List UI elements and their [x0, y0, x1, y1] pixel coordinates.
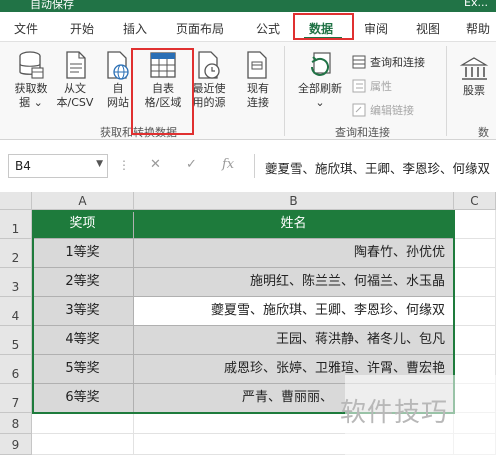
cell-a8[interactable] [32, 413, 134, 434]
column-header-b[interactable]: B [134, 192, 454, 210]
tab-review[interactable]: 审阅 [364, 20, 388, 37]
existing-connections-icon [247, 51, 267, 79]
enter-icon[interactable]: ✓ [186, 157, 197, 172]
row-header-8[interactable]: 8 [0, 413, 32, 434]
refresh-all-icon [311, 52, 331, 76]
insert-function-icon[interactable]: fx [222, 157, 234, 172]
data-tab-highlight-box [293, 13, 354, 40]
queries-connections-button[interactable]: 查询和连接 [352, 54, 425, 70]
title-bar: 自动保存 Ex... [0, 0, 496, 12]
web-icon [107, 51, 129, 80]
cancel-icon[interactable]: ✕ [150, 157, 161, 172]
cell-c1[interactable] [454, 210, 496, 239]
tab-formulas[interactable]: 公式 [256, 20, 280, 37]
stocks-label: 股票 [463, 84, 485, 97]
properties-label: 属性 [370, 80, 392, 93]
tab-view[interactable]: 视图 [416, 20, 440, 37]
column-header-a[interactable]: A [32, 192, 134, 210]
tab-help[interactable]: 帮助 [466, 20, 490, 37]
edit-links-icon [352, 103, 366, 117]
cell-c2[interactable] [454, 239, 496, 268]
tab-page-layout[interactable]: 页面布局 [176, 20, 224, 37]
properties-button[interactable]: 属性 [352, 78, 392, 94]
queries-connections-label: 查询和连接 [370, 56, 425, 69]
group-separator [284, 46, 285, 136]
text-file-icon [66, 51, 86, 79]
edit-links-label: 编辑链接 [370, 104, 414, 117]
get-data-label-2: 据 ⌄ [19, 96, 43, 109]
tab-home[interactable]: 开始 [70, 20, 94, 37]
recent-sources-icon [198, 51, 220, 79]
row-header-7[interactable]: 7 [0, 384, 32, 413]
watermark-text: 软件技巧 [340, 398, 449, 428]
stocks-button[interactable]: 股票 [452, 56, 496, 98]
ribbon-tabs: 文件 开始 插入 页面布局 公式 数据 审阅 视图 帮助 [0, 12, 496, 42]
name-box-value: B4 [15, 159, 31, 173]
from-text-label-2: 本/CSV [56, 96, 94, 109]
row-header-5[interactable]: 5 [0, 326, 32, 355]
table-range-highlight-box [131, 48, 194, 135]
group-separator-2 [446, 46, 447, 136]
tab-file[interactable]: 文件 [14, 20, 38, 37]
refresh-all-dropdown: ⌄ [315, 96, 325, 109]
formula-bar-grip[interactable]: ⋮ [118, 158, 130, 172]
name-box-dropdown-icon[interactable]: ▼ [96, 159, 103, 169]
get-data-label-1: 获取数 [14, 82, 48, 95]
properties-icon [352, 79, 366, 93]
worksheet-grid[interactable]: A B C 1 2 3 4 5 6 7 8 9 奖项 姓名 1等奖 陶春竹、孙优… [0, 192, 496, 459]
existing-connections-button[interactable]: 现有 连接 [238, 50, 278, 110]
cell-a9[interactable] [32, 434, 134, 455]
ribbon-body: 获取数 据 ⌄ 从文 本/CSV 自 网站 自表 格/区域 最近使 用的源 现有… [0, 42, 496, 140]
refresh-all-button[interactable]: 全部刷新 ⌄ [290, 50, 350, 110]
from-text-label-1: 从文 [64, 82, 86, 95]
cell-c5[interactable] [454, 326, 496, 355]
edit-links-button[interactable]: 编辑链接 [352, 102, 414, 118]
cell-c4[interactable] [454, 297, 496, 326]
row-header-1[interactable]: 1 [0, 210, 32, 239]
row-header-2[interactable]: 2 [0, 239, 32, 268]
row-header-9[interactable]: 9 [0, 434, 32, 455]
column-header-c[interactable]: C [454, 192, 496, 210]
existing-connections-label-2: 连接 [247, 96, 269, 109]
row-header-6[interactable]: 6 [0, 355, 32, 384]
cell-c3[interactable] [454, 268, 496, 297]
tab-insert[interactable]: 插入 [123, 20, 147, 37]
row-header-4[interactable]: 4 [0, 297, 32, 326]
from-text-csv-button[interactable]: 从文 本/CSV [52, 50, 98, 110]
window-title-right: Ex... [464, 0, 488, 9]
window-title: 自动保存 [30, 0, 74, 11]
refresh-all-label: 全部刷新 [298, 82, 342, 95]
formula-input[interactable]: 夔夏雪、施欣琪、王卿、李恩珍、何缘双 [254, 154, 496, 178]
name-box[interactable]: B4 ▼ [8, 154, 108, 178]
stocks-icon [459, 57, 489, 80]
formula-bar: B4 ▼ ⋮ ✕ ✓ fx 夔夏雪、施欣琪、王卿、李恩珍、何缘双 [0, 148, 496, 184]
database-icon [19, 51, 44, 79]
group-label-data-types: 数 [478, 126, 489, 139]
group-label-queries: 查询和连接 [335, 126, 390, 139]
get-data-button[interactable]: 获取数 据 ⌄ [6, 50, 56, 110]
formula-buttons: ✕ ✓ fx [136, 154, 250, 178]
existing-connections-label-1: 现有 [247, 82, 269, 95]
select-all-corner[interactable] [0, 192, 32, 210]
row-header-3[interactable]: 3 [0, 268, 32, 297]
queries-connections-icon [352, 55, 366, 69]
